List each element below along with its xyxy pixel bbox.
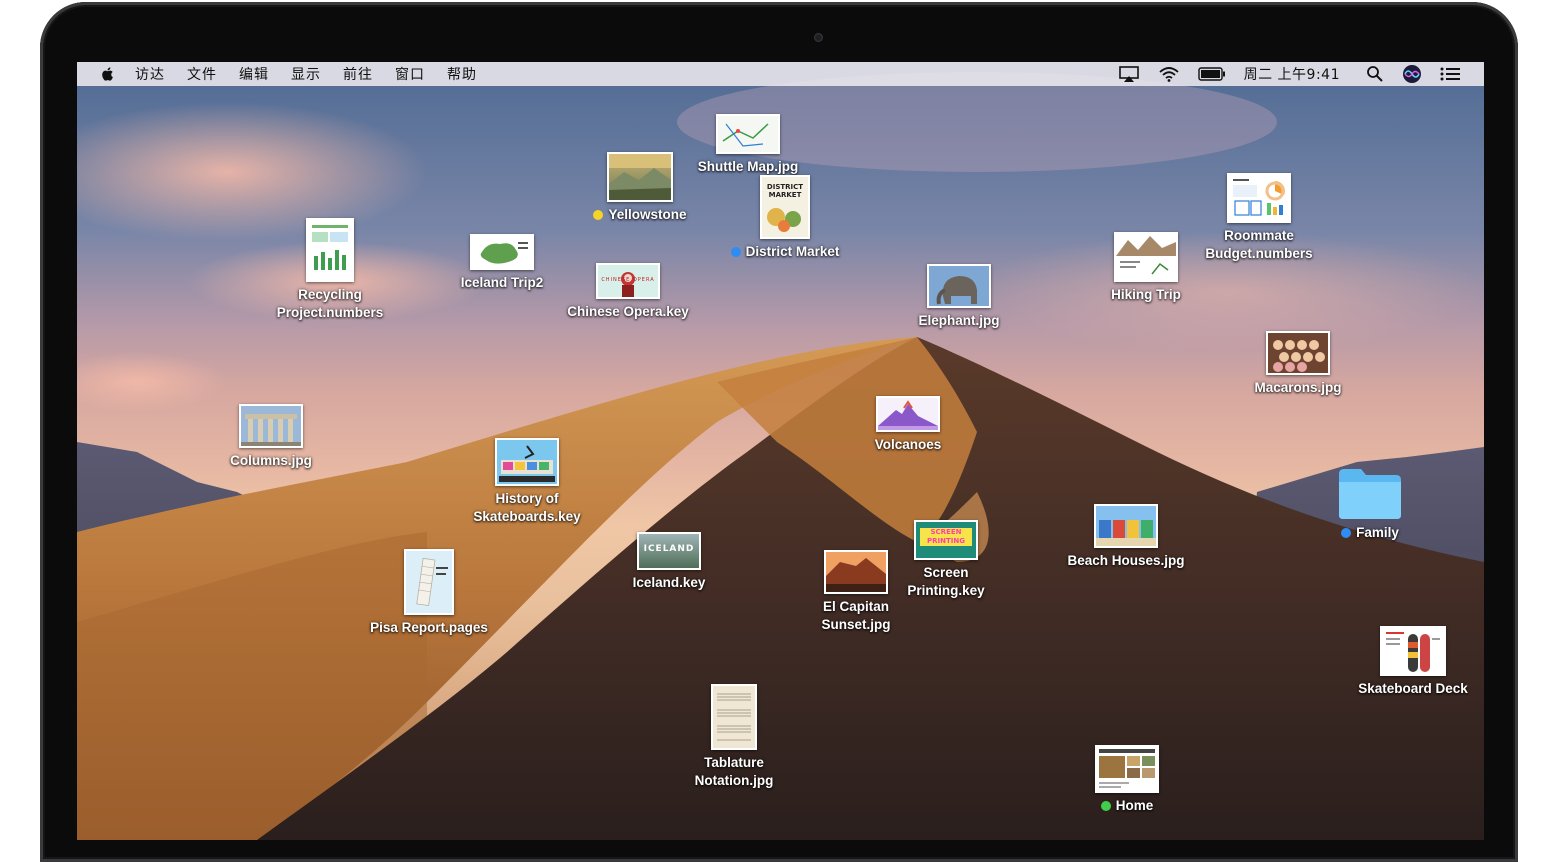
district-market-thumbnail: DISTRICT MARKET [760, 175, 810, 239]
file-label: History of Skateboards.key [473, 491, 581, 524]
file-label: Roommate Budget.numbers [1205, 228, 1313, 261]
desktop-file-iceland-key[interactable]: ICELAND Iceland.key [599, 532, 739, 592]
menu-help[interactable]: 帮助 [447, 64, 477, 84]
desktop-file-beach-houses[interactable]: Beach Houses.jpg [1056, 504, 1196, 570]
desktop-file-el-capitan-sunset[interactable]: El Capitan Sunset.jpg [786, 550, 926, 634]
file-label: Yellowstone [570, 206, 710, 224]
file-label: Pisa Report.pages [370, 620, 488, 635]
file-label: Iceland.key [632, 575, 706, 590]
desktop-file-volcanoes[interactable]: Volcanoes [838, 396, 978, 454]
desktop-folder-family[interactable]: Family [1300, 466, 1440, 542]
blue-tag-dot [730, 247, 741, 257]
file-label: Recycling Project.numbers [276, 287, 384, 320]
file-label: District Market [715, 243, 855, 261]
desktop-screen: 访达 文件 编辑 显示 前往 窗口 帮助 周二 上午9:41 Shuttle M… [77, 62, 1484, 840]
yellow-tag-dot [593, 210, 604, 220]
menu-view[interactable]: 显示 [291, 64, 321, 84]
menu-bar: 访达 文件 编辑 显示 前往 窗口 帮助 周二 上午9:41 [77, 62, 1484, 86]
desktop-file-chinese-opera[interactable]: CHINESE OPERA Chinese Opera.key [558, 263, 698, 321]
iceland-key-thumbnail: ICELAND [637, 532, 701, 570]
columns-thumbnail [239, 404, 303, 448]
yellowstone-thumbnail [607, 152, 673, 202]
airplay-icon[interactable] [1118, 66, 1140, 82]
apple-menu-icon[interactable] [99, 65, 117, 83]
iceland-trip2-thumbnail [470, 234, 534, 270]
desktop-file-iceland-trip2[interactable]: Iceland Trip2 [432, 234, 572, 292]
desktop-file-pisa-report[interactable]: Pisa Report.pages [359, 549, 499, 637]
file-label: Columns.jpg [230, 453, 312, 468]
battery-icon[interactable] [1197, 67, 1226, 81]
desktop-file-history-of-skateboards[interactable]: History of Skateboards.key [457, 438, 597, 526]
green-tag-dot [1100, 801, 1111, 811]
beach-houses-thumbnail [1094, 504, 1158, 548]
file-label: Macarons.jpg [1254, 380, 1342, 395]
desktop-file-home[interactable]: Home [1057, 745, 1197, 815]
desktop-file-columns[interactable]: Columns.jpg [201, 404, 341, 470]
file-label: Home [1057, 797, 1197, 815]
camera-dot [814, 33, 823, 42]
file-label: Hiking Trip [1111, 287, 1181, 302]
elephant-thumbnail [927, 264, 991, 308]
status-area: 周二 上午9:41 [1118, 62, 1484, 86]
macarons-thumbnail [1266, 331, 1330, 375]
desktop-file-district-market[interactable]: DISTRICT MARKET District Market [715, 175, 855, 261]
menu-clock[interactable]: 周二 上午9:41 [1244, 64, 1340, 84]
el-capitan-thumbnail [824, 550, 888, 594]
thumbnail-caption: SCREEN PRINTING [920, 528, 972, 546]
desktop-file-recycling-project[interactable]: Recycling Project.numbers [260, 218, 400, 322]
file-label-text: Yellowstone [608, 207, 687, 222]
desktop-file-skateboard-deck[interactable]: Skateboard Deck [1343, 626, 1483, 698]
menu-edit[interactable]: 编辑 [239, 64, 269, 84]
file-label: El Capitan Sunset.jpg [821, 599, 891, 632]
thumbnail-caption: ICELAND [639, 534, 699, 568]
wifi-icon[interactable] [1158, 66, 1180, 82]
menu-finder[interactable]: 访达 [135, 64, 165, 84]
desktop-file-elephant[interactable]: Elephant.jpg [889, 264, 1029, 330]
skateboards-thumbnail [495, 438, 559, 486]
file-label: Volcanoes [874, 437, 942, 452]
menu-go[interactable]: 前往 [343, 64, 373, 84]
file-label: Skateboard Deck [1358, 681, 1468, 696]
skateboard-deck-thumbnail [1380, 626, 1446, 676]
file-label-text: District Market [745, 244, 840, 259]
thumbnail-caption: DISTRICT MARKET [766, 183, 804, 199]
folder-icon [1339, 469, 1401, 519]
tablature-thumbnail [711, 684, 757, 750]
desktop-file-yellowstone[interactable]: Yellowstone [570, 152, 710, 224]
file-label: Tablature Notation.jpg [694, 755, 774, 788]
desktop-file-roommate-budget[interactable]: Roommate Budget.numbers [1189, 173, 1329, 263]
file-label: Iceland Trip2 [460, 275, 544, 290]
home-thumbnail [1095, 745, 1159, 793]
file-label-text: Family [1356, 525, 1399, 540]
hiking-trip-thumbnail [1114, 232, 1178, 282]
desktop-file-tablature-notation[interactable]: Tablature Notation.jpg [664, 684, 804, 790]
desktop-file-macarons[interactable]: Macarons.jpg [1228, 331, 1368, 397]
volcanoes-thumbnail [876, 396, 940, 432]
shuttle-map-thumbnail [716, 114, 780, 154]
file-label: Family [1300, 524, 1440, 542]
roommate-budget-thumbnail [1227, 173, 1291, 223]
file-label: Chinese Opera.key [567, 304, 689, 319]
menu-window[interactable]: 窗口 [395, 64, 425, 84]
file-label: Elephant.jpg [918, 313, 1000, 328]
file-label: Beach Houses.jpg [1067, 553, 1185, 568]
menu-file[interactable]: 文件 [187, 64, 217, 84]
recycling-thumbnail [306, 218, 354, 282]
spotlight-search-icon[interactable] [1366, 65, 1384, 83]
thumbnail-caption: CHINESE OPERA [601, 277, 655, 283]
pisa-report-thumbnail [404, 549, 454, 615]
blue-tag-dot [1341, 528, 1352, 538]
chinese-opera-thumbnail: CHINESE OPERA [596, 263, 660, 299]
thumbnail-art: CHINESE OPERA [598, 265, 658, 297]
file-label-text: Home [1115, 798, 1154, 813]
siri-icon[interactable] [1402, 64, 1422, 84]
notification-center-icon[interactable] [1440, 67, 1460, 81]
